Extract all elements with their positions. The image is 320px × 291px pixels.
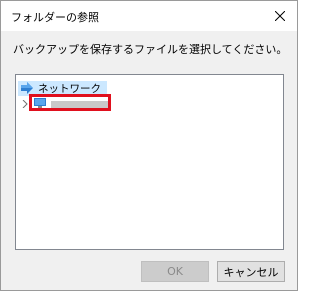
window-title: フォルダーの参照 xyxy=(11,11,99,24)
ok-button[interactable]: OK xyxy=(141,261,209,282)
instruction-text: バックアップを保存するファイルを選択してください。 xyxy=(13,43,288,56)
close-button[interactable] xyxy=(269,5,291,27)
folder-tree[interactable]: ネットワーク xyxy=(15,74,284,250)
folder-browse-dialog: フォルダーの参照 バックアップを保存するファイルを選択してください。 ネットワー… xyxy=(0,0,298,291)
highlight-annotation-box xyxy=(29,94,111,111)
close-icon xyxy=(275,11,285,21)
cancel-button[interactable]: キャンセル xyxy=(217,261,285,282)
chevron-right-icon[interactable] xyxy=(20,100,29,109)
title-bar: フォルダーの参照 xyxy=(1,1,297,31)
network-icon xyxy=(21,82,33,94)
